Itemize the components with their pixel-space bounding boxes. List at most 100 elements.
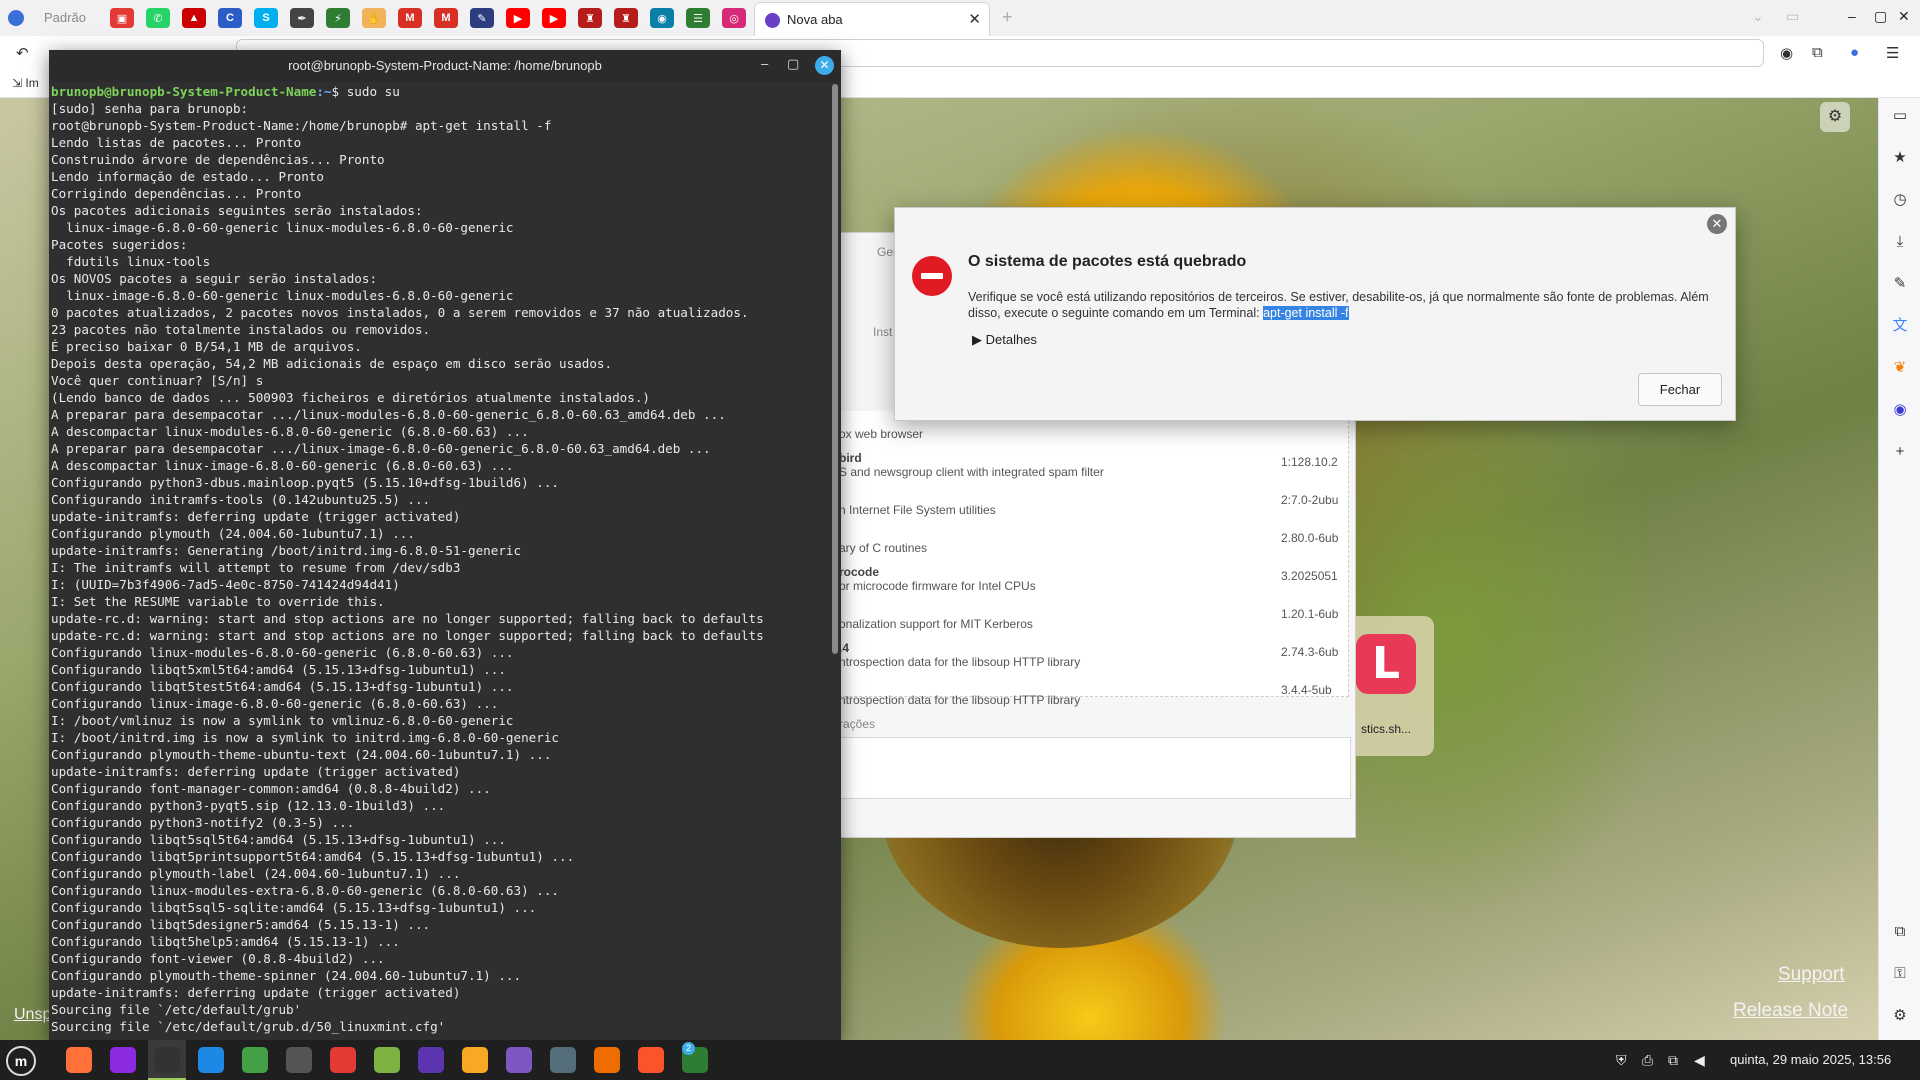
new-tab-button[interactable]: + bbox=[1002, 7, 1013, 28]
extensions-toolbar-icon[interactable]: ⧉ bbox=[1812, 44, 1823, 61]
red-bag-icon[interactable]: ▣ bbox=[110, 8, 134, 28]
brave-icon[interactable] bbox=[638, 1047, 664, 1073]
circle-blue-icon[interactable]: ◉ bbox=[650, 8, 674, 28]
back-icon[interactable]: ↶ bbox=[16, 44, 29, 62]
maximize-icon[interactable]: ▢ bbox=[1874, 8, 1887, 25]
package-row[interactable]: ntrospection data for the libsoup HTTP l… bbox=[839, 679, 1349, 717]
close-window-icon[interactable]: ✕ bbox=[1898, 8, 1910, 25]
package-row[interactable]: bird S and newsgroup client with integrat… bbox=[839, 451, 1349, 489]
note-icon[interactable]: ✎ bbox=[470, 8, 494, 28]
details-expander[interactable]: ▶ Detalhes bbox=[972, 332, 1037, 348]
spreadsheet-icon[interactable] bbox=[242, 1047, 268, 1073]
youtube-icon[interactable]: ▶ bbox=[506, 8, 530, 28]
pdf-tool-icon[interactable] bbox=[330, 1047, 356, 1073]
profile-label[interactable]: Padrão bbox=[44, 10, 86, 25]
terminal-line: (Lendo banco de dados ... 500903 ficheir… bbox=[51, 390, 650, 405]
bolt-icon[interactable]: ⚡ bbox=[326, 8, 350, 28]
terminal-line: Configurando initramfs-tools (0.142ubunt… bbox=[51, 492, 431, 507]
list-green-icon[interactable]: ☰ bbox=[686, 8, 710, 28]
close-button[interactable]: Fechar bbox=[1638, 373, 1722, 406]
package-row[interactable]: onalization support for MIT Kerberos 1.20… bbox=[839, 603, 1349, 641]
shield-red-icon-2[interactable]: ♜ bbox=[614, 8, 638, 28]
menu-icon[interactable]: ☰ bbox=[1886, 44, 1899, 62]
network-icon[interactable] bbox=[506, 1047, 532, 1073]
release-note-link[interactable]: Release Note bbox=[1733, 1000, 1848, 1022]
gmail-icon[interactable]: M bbox=[398, 8, 422, 28]
tab-overview-icon[interactable]: ▭ bbox=[1786, 8, 1799, 25]
start-menu-button[interactable]: m bbox=[6, 1046, 36, 1076]
bookmark-star-icon[interactable]: ★ bbox=[1890, 148, 1910, 168]
pencil-icon[interactable]: ✎ bbox=[1890, 274, 1910, 294]
profile-icon[interactable] bbox=[8, 10, 24, 26]
dialog-command[interactable]: apt-get install -f bbox=[1263, 306, 1349, 320]
hand-icon[interactable]: ✋ bbox=[362, 8, 386, 28]
dialog-close-icon[interactable]: ✕ bbox=[1707, 214, 1727, 234]
text-editor-icon[interactable] bbox=[198, 1047, 224, 1073]
terminal-line: Configurando font-viewer (0.8.8-4build2)… bbox=[51, 951, 385, 966]
tab-nova-aba[interactable]: Nova aba ✕ bbox=[754, 2, 990, 36]
terminal-line: A preparar para desempacotar .../linux-m… bbox=[51, 407, 726, 422]
unsplash-credit-link[interactable]: Unsp bbox=[14, 1006, 51, 1024]
terminal-output[interactable]: brunopb@brunopb-System-Product-Name:~$ s… bbox=[51, 83, 829, 1040]
terminal-line: Configurando plymouth-label (24.004.60-1… bbox=[51, 866, 461, 881]
ntp-settings-icon[interactable]: ⚙ bbox=[1820, 102, 1850, 132]
shield-red-icon[interactable]: ♜ bbox=[578, 8, 602, 28]
calculator-icon[interactable] bbox=[550, 1047, 576, 1073]
leaf-icon[interactable]: ❦ bbox=[1890, 358, 1910, 378]
sw-install-label[interactable]: Inst bbox=[873, 325, 892, 339]
archive-icon[interactable] bbox=[594, 1047, 620, 1073]
firefox-icon[interactable] bbox=[66, 1047, 92, 1073]
terminal-close-icon[interactable]: ✕ bbox=[815, 56, 834, 75]
printer-tray-icon[interactable]: ⎙ bbox=[1642, 1052, 1653, 1069]
red-hat-icon[interactable]: ▲ bbox=[182, 8, 206, 28]
extensions-icon[interactable]: ⧉ bbox=[1890, 922, 1910, 942]
terminal-line: Configurando libqt5test5t64:amd64 (5.15.… bbox=[51, 679, 514, 694]
package-icon[interactable] bbox=[286, 1047, 312, 1073]
youtube-icon-2[interactable]: ▶ bbox=[542, 8, 566, 28]
download-icon[interactable]: ⤓ bbox=[1890, 232, 1910, 252]
first-command: $ sudo su bbox=[331, 84, 400, 99]
add-panel-icon[interactable]: + bbox=[1890, 442, 1910, 462]
terminal-maximize-icon[interactable]: ▢ bbox=[787, 56, 799, 72]
minimize-icon[interactable]: – bbox=[1848, 8, 1856, 24]
terminal-line: Lendo listas de pacotes... Pronto bbox=[51, 135, 302, 150]
tab-list-chevron-icon[interactable]: ⌄ bbox=[1752, 8, 1764, 25]
support-link[interactable]: Support bbox=[1778, 964, 1845, 986]
terminal-icon[interactable] bbox=[154, 1047, 180, 1073]
settings-gear-icon[interactable]: ⚙ bbox=[1890, 1006, 1910, 1026]
volume-tray-icon[interactable]: ◀ bbox=[1694, 1052, 1705, 1069]
terminal-line: [sudo] senha para brunopb: bbox=[51, 101, 249, 116]
account-icon[interactable]: ◉ bbox=[1780, 44, 1793, 62]
terminal-scrollbar[interactable] bbox=[832, 84, 838, 654]
package-row[interactable]: n Internet File System utilities 2:7.0-2u… bbox=[839, 489, 1349, 527]
package-row[interactable]: ary of C routines 2.80.0-6ub bbox=[839, 527, 1349, 565]
files-icon[interactable] bbox=[462, 1047, 488, 1073]
android-icon[interactable] bbox=[374, 1047, 400, 1073]
terminal-line: I: /boot/initrd.img is now a symlink to … bbox=[51, 730, 559, 745]
instagram-icon[interactable]: ◎ bbox=[722, 8, 746, 28]
package-row[interactable]: rocode or microcode firmware for Intel CP… bbox=[839, 565, 1349, 603]
shield-tray-icon[interactable]: ⛨ bbox=[1616, 1052, 1627, 1069]
package-desc: ntrospection data for the libsoup HTTP l… bbox=[839, 655, 1081, 669]
launcher-icon[interactable] bbox=[418, 1047, 444, 1073]
gmail-icon-2[interactable]: M bbox=[434, 8, 458, 28]
package-row[interactable]: .4 ntrospection data for the libsoup HTTP… bbox=[839, 641, 1349, 679]
network-tray-icon[interactable]: ⧉ bbox=[1668, 1052, 1678, 1069]
podcast-icon[interactable] bbox=[110, 1047, 136, 1073]
profile-toolbar-icon[interactable]: ● bbox=[1850, 44, 1859, 61]
terminal-lines: [sudo] senha para brunopb: root@brunopb-… bbox=[51, 101, 764, 1034]
whatsapp-icon[interactable]: ✆ bbox=[146, 8, 170, 28]
wallet-icon[interactable]: ▭ bbox=[1890, 106, 1910, 126]
blue-c-icon[interactable]: C bbox=[218, 8, 242, 28]
pen-icon[interactable]: ✒ bbox=[290, 8, 314, 28]
close-tab-icon[interactable]: ✕ bbox=[968, 10, 981, 28]
key-icon[interactable]: ⚿ bbox=[1890, 964, 1910, 984]
translate-icon[interactable]: 文 bbox=[1890, 316, 1910, 336]
import-bookmarks-link[interactable]: ⇲ Im bbox=[12, 76, 39, 90]
history-icon[interactable]: ◷ bbox=[1890, 190, 1910, 210]
package-desc: onalization support for MIT Kerberos bbox=[839, 617, 1033, 631]
clock[interactable]: quinta, 29 maio 2025, 13:56 bbox=[1730, 1052, 1891, 1067]
messenger-icon[interactable]: ◉ bbox=[1890, 400, 1910, 420]
terminal-minimize-icon[interactable]: – bbox=[761, 56, 768, 71]
skype-icon[interactable]: S bbox=[254, 8, 278, 28]
